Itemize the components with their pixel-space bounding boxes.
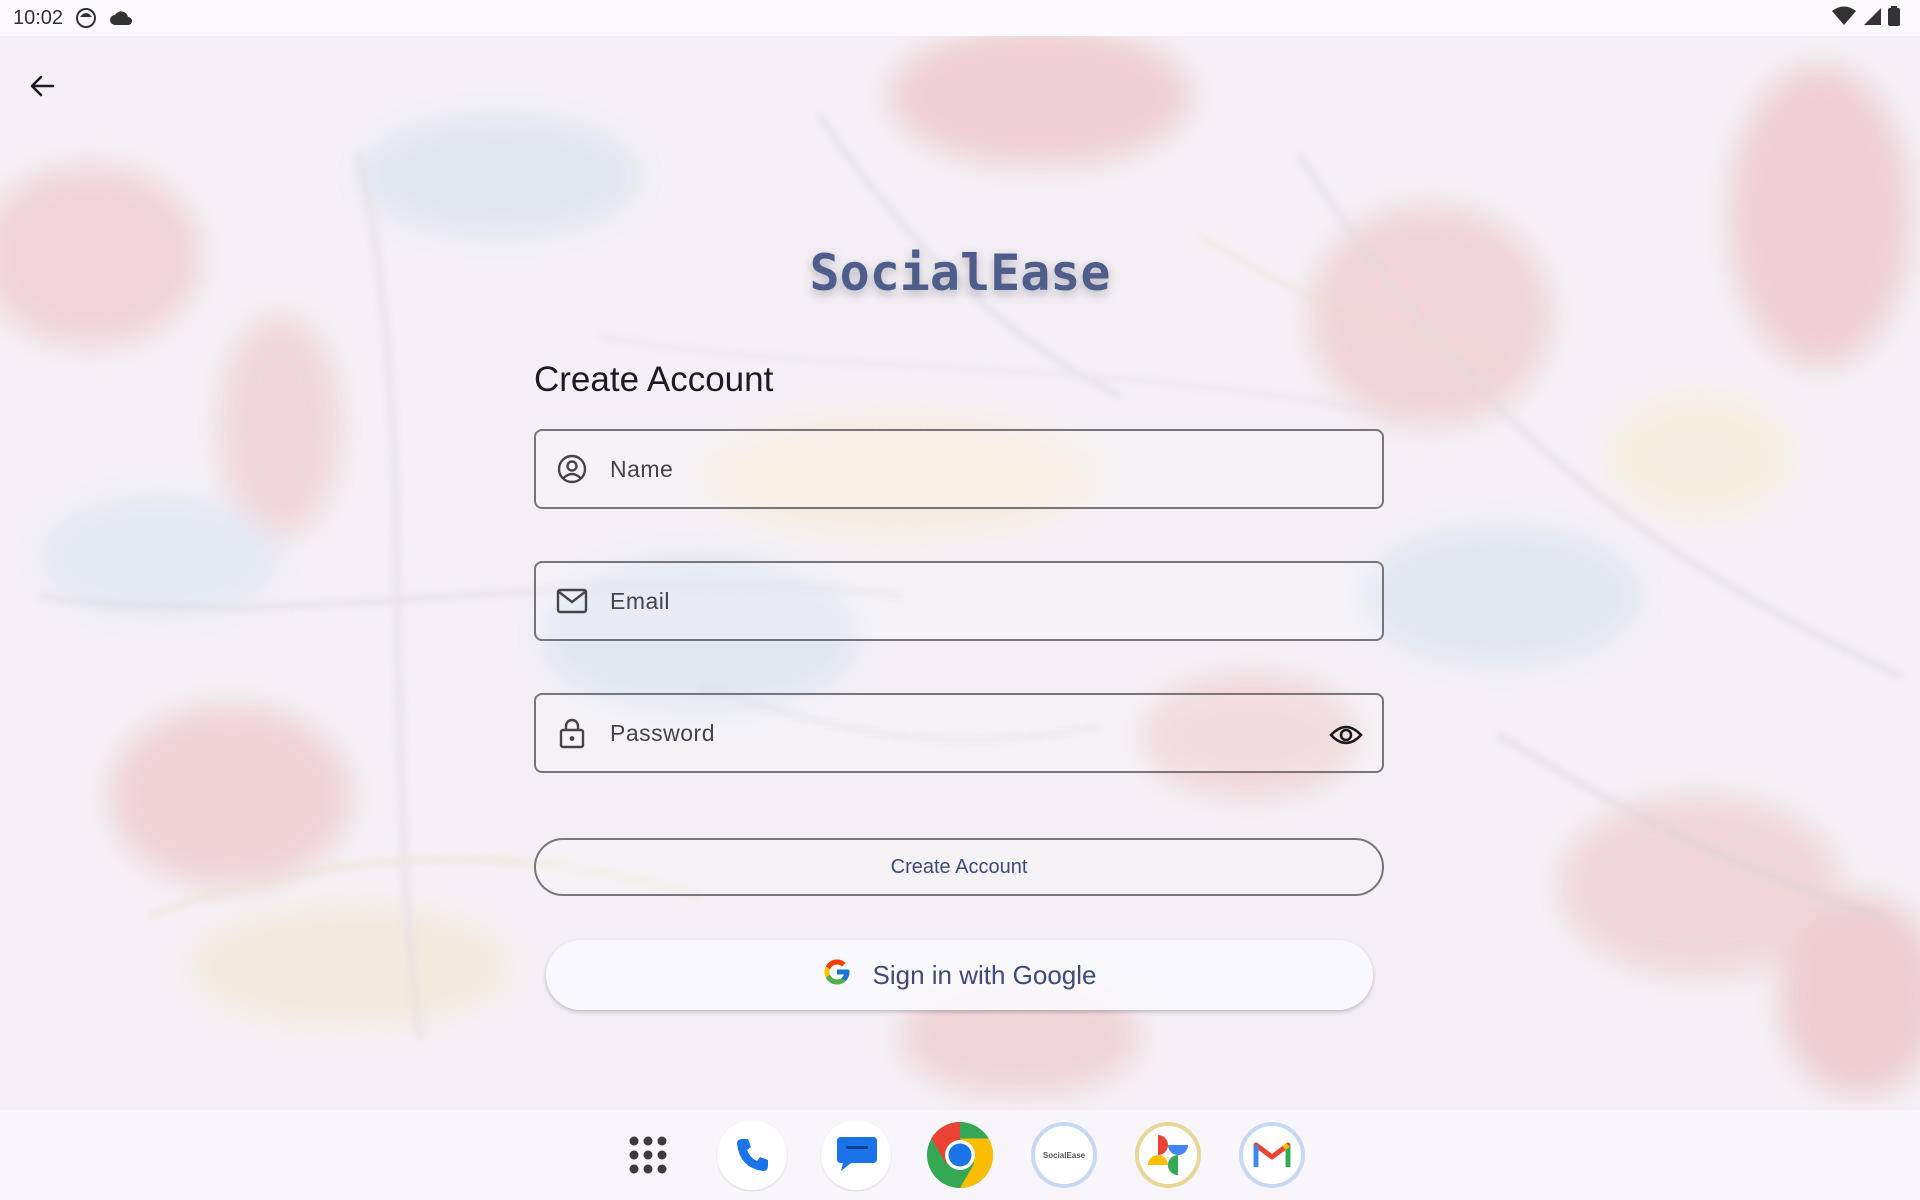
arrow-back-icon (30, 75, 55, 97)
messages-app-button[interactable] (821, 1120, 891, 1190)
mail-icon (554, 583, 590, 619)
photos-app-button[interactable] (1133, 1120, 1203, 1190)
wifi-icon (1832, 6, 1856, 31)
back-button[interactable] (22, 66, 62, 106)
chrome-icon (927, 1122, 994, 1188)
taskbar: SocialEase (0, 1110, 1920, 1200)
page-title: Create Account (534, 360, 774, 399)
lock-icon (554, 715, 590, 751)
password-placeholder: Password (610, 719, 715, 746)
messages-icon (837, 1137, 877, 1171)
photos-icon (1135, 1122, 1201, 1188)
google-logo-icon (822, 957, 852, 994)
create-account-button[interactable]: Create Account (534, 838, 1384, 896)
notification-app-icon (75, 7, 97, 29)
clock: 10:02 (13, 6, 64, 29)
password-field[interactable]: Password (534, 693, 1384, 773)
google-sign-in-button[interactable]: Sign in with Google (546, 940, 1373, 1010)
battery-icon (1888, 6, 1900, 31)
signal-icon (1862, 6, 1882, 31)
socialease-app-icon: SocialEase (1031, 1122, 1097, 1188)
chrome-app-button[interactable] (925, 1120, 995, 1190)
account-circle-icon (554, 451, 590, 487)
email-placeholder: Email (610, 587, 671, 614)
name-placeholder: Name (610, 455, 674, 482)
name-field[interactable]: Name (534, 429, 1384, 509)
phone-app-button[interactable] (717, 1120, 787, 1190)
cloud-icon (109, 10, 133, 26)
gmail-app-button[interactable] (1237, 1120, 1307, 1190)
app-drawer-button[interactable] (613, 1120, 683, 1190)
gmail-icon (1239, 1122, 1305, 1188)
apps-grid-icon (629, 1136, 667, 1174)
app-logo-title: SocialEase (809, 244, 1111, 302)
phone-icon (737, 1139, 768, 1171)
status-bar: 10:02 (0, 0, 1920, 36)
email-field[interactable]: Email (534, 561, 1384, 641)
google-sign-in-label: Sign in with Google (872, 959, 1097, 990)
socialease-app-button[interactable]: SocialEase (1029, 1120, 1099, 1190)
visibility-toggle-icon[interactable] (1326, 715, 1366, 755)
